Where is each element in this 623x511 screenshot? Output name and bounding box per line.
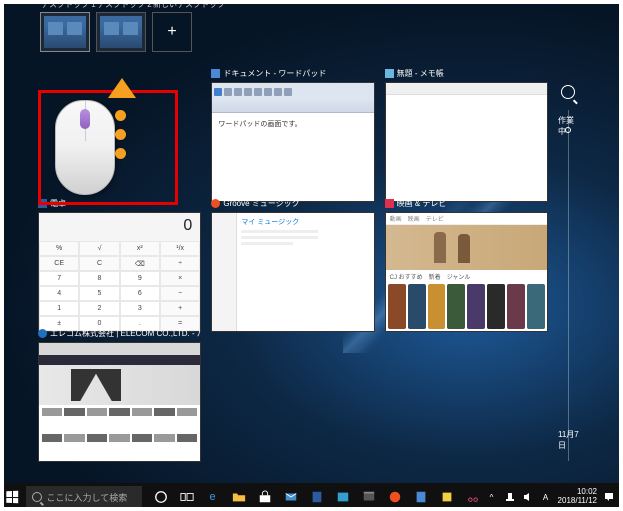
- timeline-date-label: 11月7日: [558, 429, 586, 451]
- movies-tab: 動画: [390, 214, 402, 223]
- timeline-search-icon[interactable]: [561, 85, 575, 99]
- network-icon[interactable]: [504, 491, 516, 503]
- wordpad-content: ワードパッドの画面です。: [212, 113, 373, 135]
- store-icon[interactable]: [252, 483, 278, 511]
- task-calculator[interactable]: 電卓 0 %√x²¹/xCEC⌫÷789×456−123+±0.=: [38, 212, 201, 332]
- photos-icon[interactable]: [330, 483, 356, 511]
- calc-key: x²: [120, 241, 160, 256]
- groove-heading: マイ ミュージック: [241, 217, 369, 227]
- calc-key: ÷: [160, 256, 200, 271]
- timeline-scrollbar[interactable]: 作業中 11月7日: [558, 85, 578, 461]
- movies-subtab: ジャンル: [447, 272, 471, 281]
- calc-key: −: [160, 286, 200, 301]
- mouse-illustration: [55, 100, 115, 195]
- task-edge-title: エレコム株式会社 | ELECOM CO.,LTD. - パソコン・スマ...: [50, 328, 201, 339]
- task-groove-title: Groove ミュージック: [223, 198, 299, 209]
- tray-up-icon[interactable]: ^: [486, 491, 498, 503]
- wordpad-icon: [211, 69, 220, 78]
- calc-key: CE: [39, 256, 79, 271]
- movie-poster: [447, 284, 465, 329]
- edge-taskbar-icon[interactable]: e: [200, 483, 226, 511]
- calc-key: 8: [79, 271, 119, 286]
- calc-key: ⌫: [120, 256, 160, 271]
- calc-key: 9: [120, 271, 160, 286]
- movie-poster: [527, 284, 545, 329]
- ime-icon[interactable]: A: [540, 491, 552, 503]
- task-movies-tv[interactable]: 映画 & テレビ 動画映画テレビ CJ おすすめ新着ジャンル: [385, 212, 548, 332]
- taskbar: ここに入力して検索 e ^ A 10:02 2018/11/12: [0, 483, 623, 511]
- movie-poster: [408, 284, 426, 329]
- taskbar-pinned-apps: e: [148, 483, 486, 511]
- mail-icon[interactable]: [278, 483, 304, 511]
- windows-logo-icon: [7, 491, 19, 504]
- calculator-taskbar-icon[interactable]: [304, 483, 330, 511]
- calc-key: √: [79, 241, 119, 256]
- task-notepad[interactable]: 無題 - メモ帳: [385, 82, 548, 202]
- movie-poster: [388, 284, 406, 329]
- plus-icon: +: [167, 23, 176, 41]
- task-movies-title: 映画 & テレビ: [397, 198, 447, 209]
- movie-poster: [487, 284, 505, 329]
- timeline-marker[interactable]: [565, 127, 571, 133]
- movies-icon: [385, 199, 394, 208]
- sticky-notes-icon[interactable]: [434, 483, 460, 511]
- calc-key: 4: [39, 286, 79, 301]
- explorer-icon[interactable]: [226, 483, 252, 511]
- calc-key: 5: [79, 286, 119, 301]
- task-groove-music[interactable]: Groove ミュージック マイ ミュージック: [211, 212, 374, 332]
- calc-key: +: [160, 301, 200, 316]
- snip-icon[interactable]: [460, 483, 486, 511]
- taskbar-clock[interactable]: 10:02 2018/11/12: [558, 488, 597, 506]
- mouse-scroll-wheel: [80, 109, 90, 129]
- notepad-icon: [385, 69, 394, 78]
- virtual-desktops-bar: デスクトップ 1 デスクトップ 2 新しいデスクトップ +: [40, 12, 192, 52]
- movie-poster: [507, 284, 525, 329]
- taskbar-search[interactable]: ここに入力して検索: [26, 486, 141, 508]
- movies-subtab: CJ おすすめ: [390, 272, 423, 281]
- movies-subtab: 新着: [429, 272, 441, 281]
- desktop-1-thumb[interactable]: デスクトップ 1: [40, 12, 90, 52]
- notifications-icon[interactable]: [603, 491, 615, 503]
- new-desktop-button[interactable]: 新しいデスクトップ +: [152, 12, 192, 52]
- calc-key: 3: [120, 301, 160, 316]
- timeline-now-label: 作業中: [558, 115, 580, 137]
- calc-key: %: [39, 241, 79, 256]
- wordpad-taskbar-icon[interactable]: [408, 483, 434, 511]
- task-wordpad-title: ドキュメント - ワードパッド: [223, 68, 326, 79]
- arrow-up-icon: [108, 78, 136, 98]
- calc-key: 7: [39, 271, 79, 286]
- edge-icon: [38, 329, 47, 338]
- system-tray: ^ A 10:02 2018/11/12: [486, 488, 623, 506]
- task-view-icon[interactable]: [174, 483, 200, 511]
- movies-tab: 映画: [408, 214, 420, 223]
- task-notepad-title: 無題 - メモ帳: [397, 68, 444, 79]
- calc-key: C: [79, 256, 119, 271]
- calc-display: 0: [39, 213, 200, 241]
- volume-icon[interactable]: [522, 491, 534, 503]
- desktop-1-label: デスクトップ 1: [41, 0, 96, 10]
- desktop-2-label: デスクトップ 2: [97, 0, 152, 10]
- calc-key: 6: [120, 286, 160, 301]
- start-button[interactable]: [0, 483, 24, 511]
- task-wordpad[interactable]: ドキュメント - ワードパッド ワードパッドの画面です。: [211, 82, 374, 202]
- desktop-2-thumb[interactable]: デスクトップ 2: [96, 12, 146, 52]
- search-icon: [32, 492, 42, 502]
- new-desktop-label: 新しいデスクトップ: [153, 0, 225, 10]
- calc-key: ×: [160, 271, 200, 286]
- movie-poster: [467, 284, 485, 329]
- movies-tab: テレビ: [426, 214, 444, 223]
- movie-poster: [428, 284, 446, 329]
- clock-date: 2018/11/12: [558, 497, 597, 506]
- calc-key: ¹/x: [160, 241, 200, 256]
- task-edge-browser[interactable]: エレコム株式会社 | ELECOM CO.,LTD. - パソコン・スマ...: [38, 342, 201, 462]
- groove-taskbar-icon[interactable]: [382, 483, 408, 511]
- calc-key: 1: [39, 301, 79, 316]
- scroll-dots-icon: [115, 110, 126, 159]
- groove-icon: [211, 199, 220, 208]
- calc-key: 2: [79, 301, 119, 316]
- cortana-icon[interactable]: [148, 483, 174, 511]
- search-placeholder: ここに入力して検索: [46, 491, 127, 504]
- movies-taskbar-icon[interactable]: [356, 483, 382, 511]
